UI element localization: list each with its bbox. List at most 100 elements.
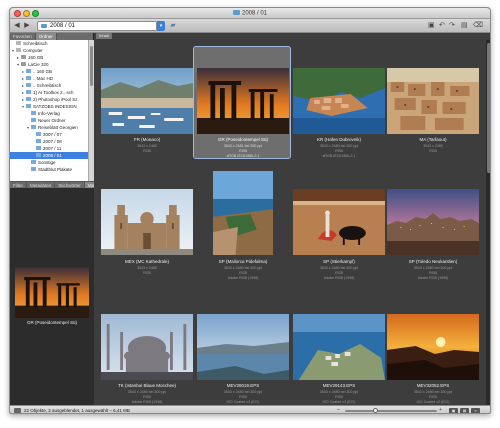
thumbnail-title: FR (Monaco) [133,137,161,142]
thumbnail-image[interactable] [387,314,479,380]
folder-up-icon[interactable]: ▰ [169,22,177,30]
save-icon[interactable]: ▣ [428,22,435,30]
delete-icon[interactable]: ⌫ [473,22,483,30]
thumbnail-color-profile: Adobe RGB (1998) [323,276,355,280]
thumbnail-title: MEV29143.EPS [322,383,356,388]
tab-folders[interactable]: Ordner [35,33,57,40]
thumbnail-title: SP (Stierkampf) [323,259,355,264]
thumbnail-image[interactable] [197,314,289,380]
status-bar: 22 Objekte, 2 ausgeblendet, 1 ausgewählt… [10,405,490,413]
tree-item[interactable]: ▸.. Schreibtisch [10,82,88,89]
window-title-text: 2008 / 01 [241,10,268,17]
tree-item[interactable]: 2007 / 07 [10,131,88,138]
drive-icon [21,62,26,66]
preview-tabs: Filter Metadaten Stichwörter Vorschau [10,181,111,188]
path-value: 2008 / 01 [50,23,76,29]
thumbnail-image[interactable] [387,68,479,134]
folder-icon [16,48,21,52]
tree-item[interactable]: ▾ Reiseblatt Georgien [10,124,88,131]
tree-item-label: 1) AI Toolbox 2...sch [33,90,74,95]
tab-favorites[interactable]: Favoriten [10,33,36,40]
thumbnail-color-mode: RGB [429,149,437,153]
tree-item-label: Schreibtisch [23,41,48,46]
tree-item[interactable]: 2008 / 01 [10,152,88,159]
folder-icon [16,41,21,45]
folder-icon [31,118,36,122]
thumbnail-title: SP (Mallorca Pidefalma) [218,259,268,264]
thumbnail-title: TK (Istanbul Blaue Moschee) [117,383,177,388]
thumbnail-color-mode: RGB [143,271,151,275]
folder-icon [232,10,240,15]
scroll-thumb[interactable] [487,43,490,173]
content-panel: Inhalt FR (Monaco) 3543 x 2480 RGB GR (Pose… [94,33,490,405]
tree-item-label: Sonstige [38,160,56,165]
thumbnail-item[interactable]: MEV29143.EPS 3543 x 2480 bei 300 ppi RGB IS… [291,33,387,404]
thumbnail-color-profile: Adobe RGB (1998) [417,276,449,280]
tree-item[interactable]: ▸ 2) Photoshop iPool Sz [10,96,88,103]
folder-icon [31,167,36,171]
path-field[interactable]: 2008 / 01 [37,21,157,31]
tree-item[interactable]: 2007 / 08 [10,138,88,145]
thumbnail-item[interactable]: TK (Istanbul Blaue Moschee) 3543 x 2480 b… [99,33,195,404]
folder-icon [41,24,47,28]
content-scrollbar[interactable] [486,40,490,405]
tree-item[interactable]: ▸.. Mac HD [10,75,88,82]
view-grid-button[interactable]: ▦ [449,408,458,413]
back-arrow-icon[interactable]: ◀ [13,22,21,30]
tree-item[interactable]: Schreibtisch [10,40,88,47]
thumbnail-item[interactable]: MEV32052.EPS 3543 x 2480 bei 300 ppi RGB IS… [385,33,481,404]
thumbnail-item[interactable]: MEV28019.EPS 3543 x 2480 bei 300 ppi RGB IS… [195,33,291,404]
tree-item-label: SATZOBS INDESIGN [33,104,77,109]
open-recent-icon[interactable]: ▤ [461,22,468,30]
tree-item[interactable]: ▾ SATZOBS INDESIGN [10,103,88,110]
thumbnail-image[interactable] [101,189,193,255]
thumbnail-image[interactable] [293,314,385,380]
zoom-in-icon[interactable]: + [439,407,442,413]
path-dropdown-button[interactable]: ▾ [157,21,165,31]
tree-item[interactable]: ▸.. 160 GB [10,68,88,75]
thumbnail-image[interactable] [293,189,385,255]
tree-item[interactable]: Stadtblut Plakate [10,166,88,173]
forward-arrow-icon[interactable]: ▶ [23,22,31,30]
thumbnail-title: GR (Poseidontempel Sü) [217,137,269,142]
folder-icon [26,90,31,94]
tree-item-label: 2007 / 11 [43,146,62,151]
tree-item-label: Neuer Ordner [38,118,66,123]
thumbnail-image[interactable] [101,314,193,380]
preview-panel: GR (Poseidontempel Sü) [10,188,94,405]
folder-icon [31,125,36,129]
rotate-right-icon[interactable]: ↷ [449,22,455,30]
thumbnail-size-slider[interactable] [345,408,437,413]
tree-item[interactable]: ▸ 1) AI Toolbox 2...sch [10,89,88,96]
view-list-button[interactable]: ≡ [471,408,480,413]
thumbnail-image[interactable] [213,171,273,255]
tree-item-label: .. Schreibtisch [33,83,62,88]
thumbnail-color-profile: sRGB IEC61966-2.1 [322,154,356,158]
view-details-button[interactable]: ▤ [460,408,469,413]
scroll-thumb[interactable] [90,46,93,86]
tree-item[interactable]: ▾ LaCie 320 [10,61,88,68]
thumbnail-title: MA (Tarfaout) [419,137,447,142]
tree-item[interactable]: Sonstige [10,159,88,166]
sidebar-tabs: Favoriten Ordner [10,33,93,40]
folder-tree: Schreibtisch ▾ Computer ▸ 160 GB ▾ LaCie 320 ▸.… [10,40,88,181]
thumbnail-image[interactable] [293,68,385,134]
tree-item[interactable]: Neuer Ordner [10,117,88,124]
slider-knob[interactable] [373,408,378,413]
tree-item[interactable]: ▸ 160 GB [10,54,88,61]
thumbnail-image[interactable] [387,189,479,255]
thumbnail-color-mode: RGB [143,149,151,153]
tree-item-label: LaCie 320 [28,62,49,67]
tree-item-label: Reiseblatt Georgien [38,125,78,130]
thumbnail-image[interactable] [101,68,193,134]
tree-item[interactable]: 2007 / 11 [10,145,88,152]
tree-item[interactable]: Info-Verlag [10,110,88,117]
tree-item-label: 2007 / 07 [43,132,62,137]
rotate-left-icon[interactable]: ↶ [439,22,445,30]
thumbnail-image[interactable] [197,68,289,134]
tree-item-label: .. 160 GB [33,69,53,74]
preview-image [15,267,89,318]
thumbnail-title: MEV28019.EPS [226,383,260,388]
zoom-out-icon[interactable]: – [337,407,340,413]
tree-item[interactable]: ▾ Computer [10,47,88,54]
